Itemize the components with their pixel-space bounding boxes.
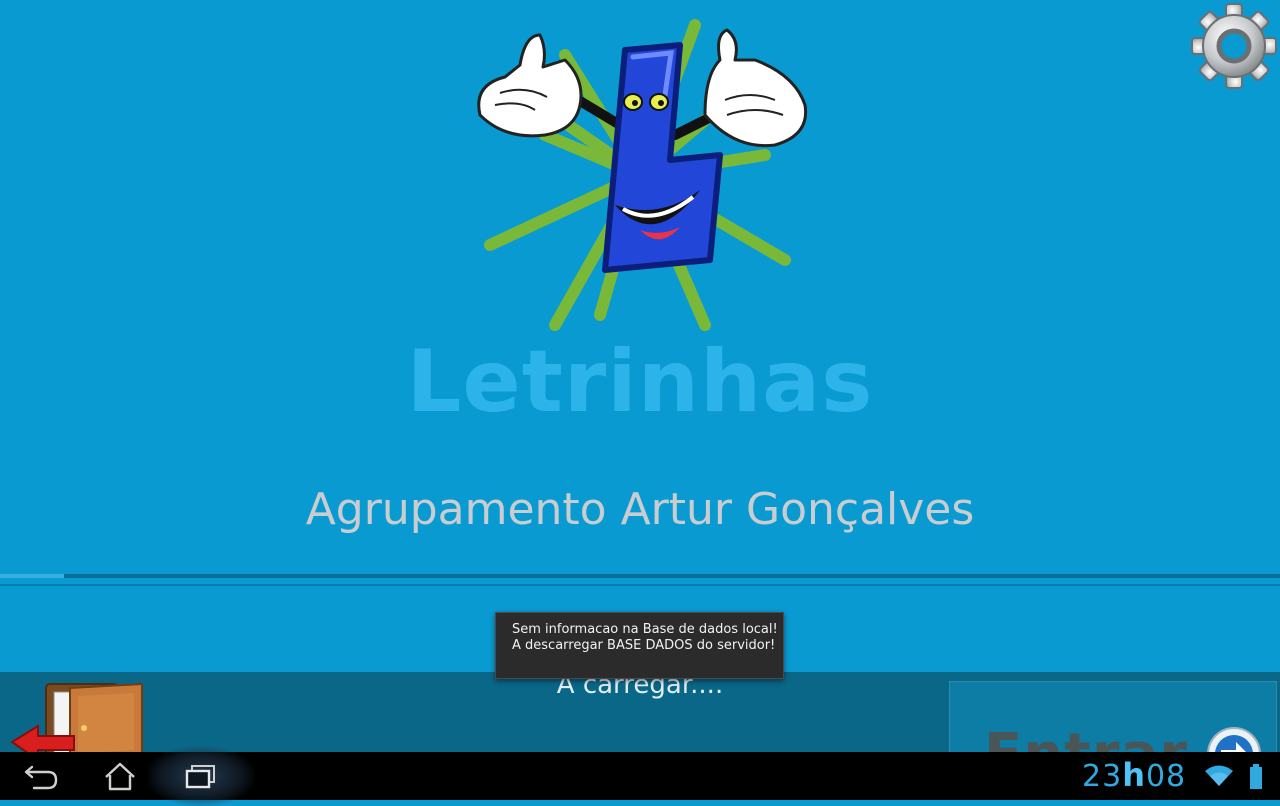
clock-minutes: 08 — [1145, 759, 1187, 794]
enter-label: Entrar — [984, 722, 1188, 752]
letrinhas-mascot-logo — [477, 19, 808, 331]
back-button[interactable] — [6, 752, 76, 800]
app-title: Letrinhas — [406, 332, 874, 432]
toast-line-1: Sem informacao na Base de dados local! — [512, 622, 778, 637]
loading-progress-bar — [0, 570, 1280, 590]
progress-track — [0, 574, 1280, 578]
status-clock: 23h08 — [1082, 756, 1187, 794]
exit-door-icon[interactable] — [8, 680, 148, 752]
home-icon — [105, 762, 135, 791]
clock-separator: h — [1122, 756, 1146, 794]
toast-message: Sem informacao na Base de dados local! A… — [495, 612, 784, 679]
battery-icon — [1250, 764, 1262, 789]
home-button[interactable] — [86, 752, 156, 800]
progress-fill — [0, 574, 64, 578]
recent-apps-button[interactable] — [166, 752, 236, 800]
school-name: Agrupamento Artur Gonçalves — [305, 484, 975, 535]
app-screen: Letrinhas Agrupamento Artur Gonçalves A … — [0, 0, 1280, 752]
clock-hours: 23 — [1082, 759, 1123, 794]
back-icon — [24, 765, 58, 790]
toast-line-2: A descarregar BASE DADOS do servidor! — [512, 638, 776, 653]
gear-icon[interactable] — [1190, 2, 1278, 90]
progress-divider — [0, 584, 1280, 586]
enter-button[interactable]: Entrar — [949, 681, 1277, 752]
arrow-right-icon — [1207, 727, 1261, 752]
wifi-icon — [1205, 765, 1233, 786]
recent-apps-icon — [185, 765, 215, 789]
